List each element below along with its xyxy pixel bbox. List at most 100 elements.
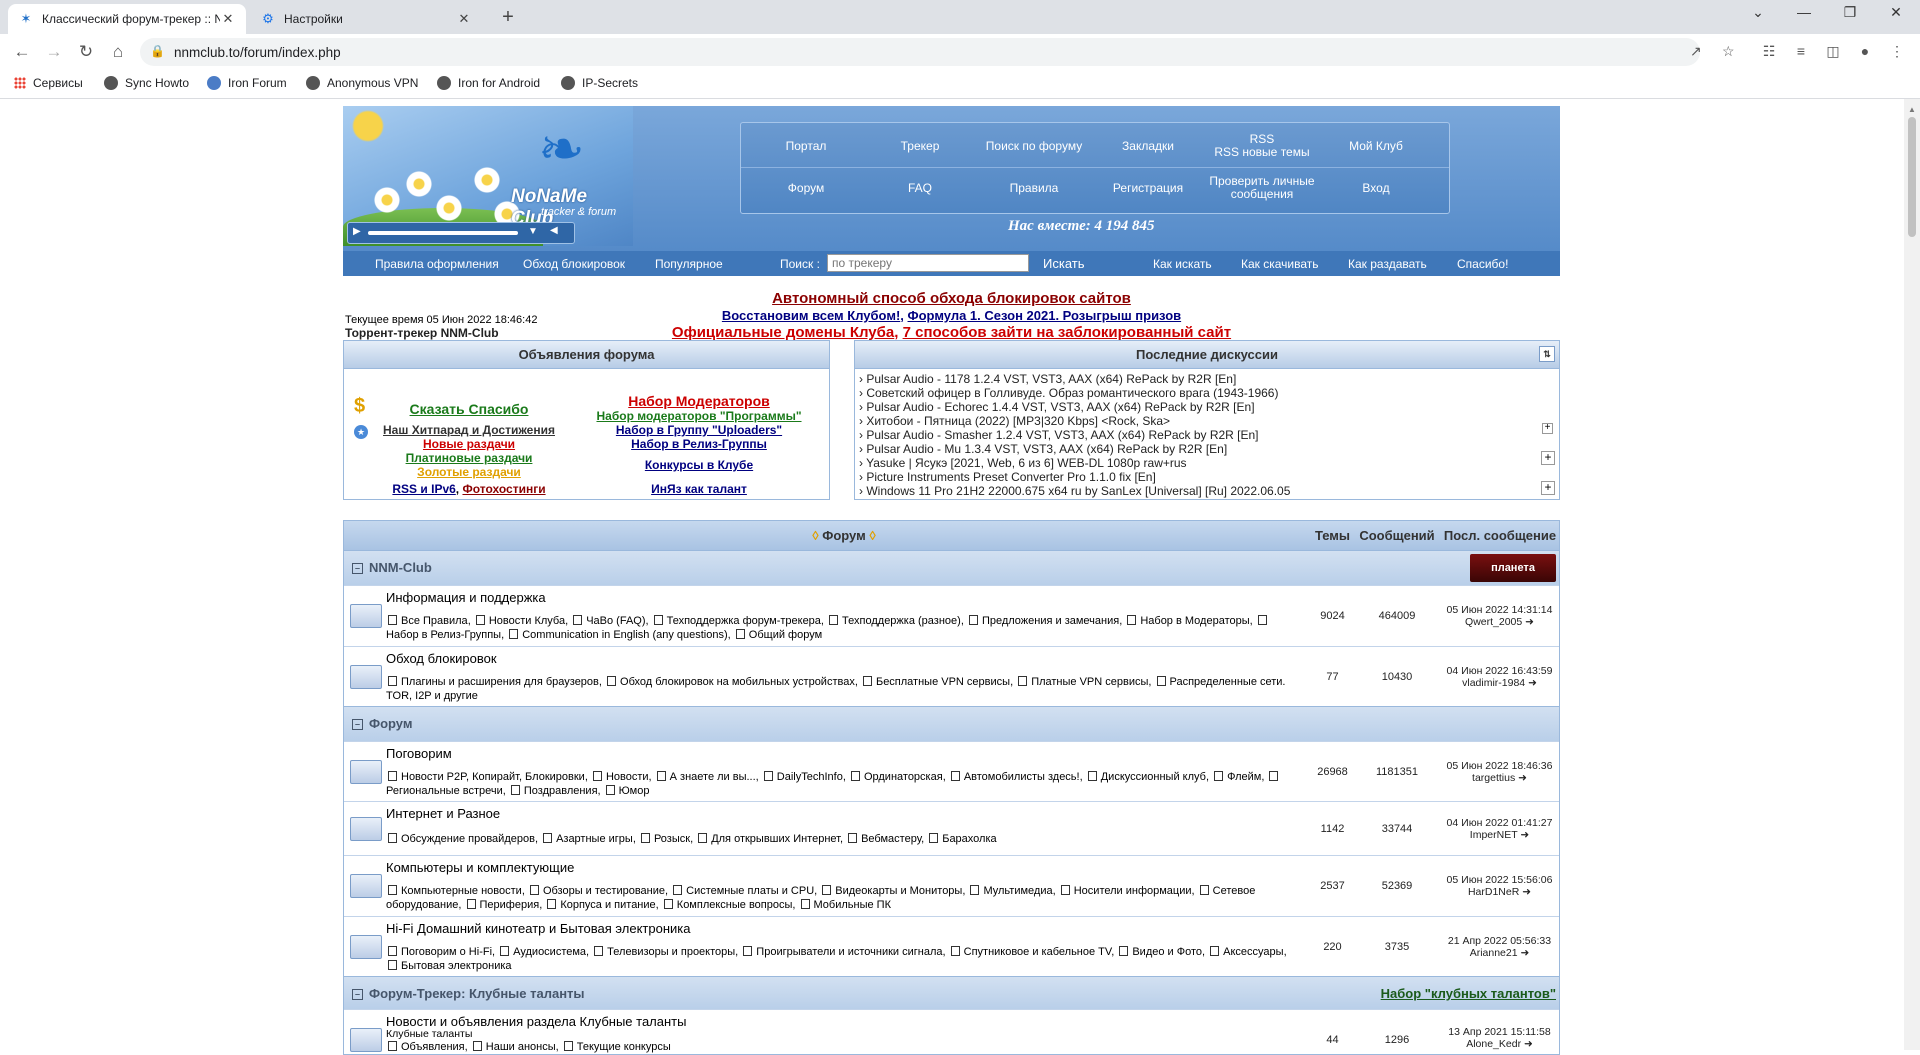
subforum-link[interactable]: Мобильные ПК bbox=[814, 899, 891, 911]
forum-row-info-support[interactable]: Информация и поддержка Все Правила, Ново… bbox=[344, 585, 1559, 646]
header-forum[interactable]: ◊ Форум ◊ bbox=[794, 528, 894, 543]
discussion-item[interactable]: › Хитобои - Пятница (2022) [MP3|320 Kbps… bbox=[859, 414, 1170, 428]
nav-forum-search[interactable]: Поиск по форуму bbox=[977, 127, 1091, 165]
subforum-link[interactable]: Новости Клуба bbox=[489, 615, 565, 627]
subforum-link[interactable]: Региональные встречи bbox=[386, 785, 503, 797]
back-arrow-icon[interactable]: ← bbox=[10, 40, 34, 64]
discussion-title[interactable]: Windows 11 Pro 21H2 22000.675 x64 ru by … bbox=[866, 484, 1290, 498]
discussion-title[interactable]: Советский офицер в Голливуде. Образ рома… bbox=[866, 386, 1278, 400]
reading-list-icon[interactable]: ≡ bbox=[1791, 43, 1811, 59]
discussion-title[interactable]: Pulsar Audio - Mu 1.3.4 VST, VST3, AAX (… bbox=[866, 442, 1227, 456]
subforum-link[interactable]: Бытовая электроника bbox=[401, 960, 512, 972]
menu-dots-icon[interactable]: ⋮ bbox=[1887, 43, 1907, 60]
dropdown-triangle-icon[interactable]: ▼ bbox=[528, 226, 538, 237]
subforum-link[interactable]: Юмор bbox=[619, 785, 650, 797]
subforum-link[interactable]: Флейм bbox=[1227, 771, 1261, 783]
subforum-link[interactable]: Новости bbox=[606, 771, 649, 783]
subforum-link[interactable]: Платные VPN сервисы bbox=[1031, 676, 1148, 688]
nav-check-messages[interactable]: Проверить личные сообщения bbox=[1205, 169, 1319, 207]
goto-post-icon[interactable]: ➜ bbox=[1520, 829, 1529, 841]
profile-avatar-icon[interactable]: ● bbox=[1855, 43, 1875, 59]
site-logo[interactable]: ❧ NoNaMe Club tracker & forum ▶ ▼ ◀ bbox=[343, 106, 633, 246]
play-icon[interactable]: ▶ bbox=[353, 226, 361, 237]
expand-plus-icon[interactable]: + bbox=[1541, 481, 1555, 495]
subforum-link[interactable]: Системные платы и CPU bbox=[686, 885, 814, 897]
address-bar[interactable]: 🔒 nnmclub.to/forum/index.php ↗ ☆ bbox=[140, 38, 1735, 66]
subforum-link[interactable]: Обзоры и тестирование bbox=[543, 885, 665, 897]
subforum-link[interactable]: Мультимедиа bbox=[983, 885, 1052, 897]
gold-releases-link[interactable]: Золотые раздачи bbox=[374, 465, 564, 479]
programs-moderators-link[interactable]: Набор модераторов "Программы" bbox=[584, 409, 814, 423]
subforum-link[interactable]: Вебмастеру bbox=[861, 833, 921, 845]
discussion-item[interactable]: › Советский офицер в Голливуде. Образ ро… bbox=[859, 386, 1278, 400]
nav-my-club[interactable]: Мой Клуб bbox=[1319, 127, 1433, 165]
search-button[interactable]: Искать bbox=[1043, 256, 1085, 271]
player-progress-bar[interactable] bbox=[368, 231, 518, 235]
scroll-up-arrow-icon[interactable]: ▲ bbox=[1908, 105, 1916, 114]
discussion-item[interactable]: › Pulsar Audio - Echorec 1.4.4 VST, VST3… bbox=[859, 400, 1255, 414]
refresh-icon[interactable]: ⇅ bbox=[1539, 346, 1555, 362]
discussion-title[interactable]: Хитобои - Пятница (2022) [MP3|320 Kbps] … bbox=[866, 414, 1170, 428]
discussion-item[interactable]: › Yasuke | Ясукэ [2021, Web, 6 из 6] WEB… bbox=[859, 456, 1187, 470]
bookmark-anonymous-vpn[interactable]: Anonymous VPN bbox=[306, 76, 418, 90]
category-name[interactable]: Форум-Трекер: Клубные таланты bbox=[369, 986, 585, 1001]
subforum-link[interactable]: Автомобилисты здесь! bbox=[964, 771, 1080, 783]
last-post-user[interactable]: ImperNET bbox=[1470, 829, 1518, 841]
volume-icon[interactable]: ◀ bbox=[550, 225, 558, 236]
page-scrollbar[interactable]: ▲ bbox=[1904, 99, 1920, 1050]
bookmark-iron-forum[interactable]: Iron Forum bbox=[207, 76, 287, 90]
subforum-link[interactable]: Корпуса и питание bbox=[560, 899, 655, 911]
close-tab-icon[interactable]: ✕ bbox=[220, 11, 236, 27]
scrollbar-thumb[interactable] bbox=[1908, 117, 1916, 237]
discussion-title[interactable]: Yasuke | Ясукэ [2021, Web, 6 из 6] WEB-D… bbox=[866, 456, 1186, 470]
nav-forum[interactable]: Форум bbox=[749, 169, 863, 207]
announce-f1-link[interactable]: Формула 1. Сезон 2021. Розыгрыш призов bbox=[908, 308, 1182, 323]
announce-restore-link[interactable]: Восстановим всем Клубом! bbox=[722, 308, 900, 323]
uploaders-recruit-link[interactable]: Набор в Группу "Uploaders" bbox=[584, 423, 814, 437]
forum-row-talk[interactable]: Поговорим Новости P2P, Копирайт, Блокиро… bbox=[344, 741, 1559, 801]
discussion-item[interactable]: › Windows 11 Pro 21H2 22000.675 x64 ru b… bbox=[859, 484, 1290, 498]
menu-formatting-rules[interactable]: Правила оформления bbox=[375, 257, 499, 271]
planeta-badge[interactable]: планета bbox=[1470, 554, 1556, 582]
bookmark-services[interactable]: Сервисы bbox=[14, 76, 83, 90]
languages-talent-link[interactable]: ИнЯз как талант bbox=[584, 482, 814, 496]
release-groups-link[interactable]: Набор в Релиз-Группы bbox=[584, 437, 814, 451]
subforum-link[interactable]: Розыск bbox=[654, 833, 690, 845]
subforum-link[interactable]: Новости P2P, Копирайт, Блокировки bbox=[401, 771, 585, 783]
subforum-link[interactable]: Ординаторская bbox=[864, 771, 943, 783]
nav-register[interactable]: Регистрация bbox=[1091, 169, 1205, 207]
discussion-title[interactable]: Pulsar Audio - Echorec 1.4.4 VST, VST3, … bbox=[866, 400, 1254, 414]
subforum-link[interactable]: Азартные игры bbox=[556, 833, 633, 845]
last-post-user[interactable]: targettius bbox=[1472, 772, 1515, 784]
forum-title[interactable]: Поговорим bbox=[386, 746, 452, 761]
category-name[interactable]: NNM-Club bbox=[369, 560, 432, 575]
forum-title[interactable]: Информация и поддержка bbox=[386, 590, 546, 605]
menu-how-to-seed[interactable]: Как раздавать bbox=[1348, 257, 1427, 271]
tab-forum[interactable]: ✶ Классический форум-трекер :: N ✕ bbox=[8, 4, 246, 34]
subforum-link[interactable]: Компьютерные новости bbox=[401, 885, 522, 897]
forum-title[interactable]: Hi-Fi Домашний кинотеатр и Бытовая элект… bbox=[386, 921, 690, 936]
subforum-link[interactable]: Обход блокировок на мобильных устройства… bbox=[620, 676, 855, 688]
category-name[interactable]: Форум bbox=[369, 716, 412, 731]
last-post-user[interactable]: HarD1NeR bbox=[1468, 886, 1519, 898]
goto-post-icon[interactable]: ➜ bbox=[1520, 947, 1529, 959]
menu-how-to-download[interactable]: Как скачивать bbox=[1241, 257, 1319, 271]
menu-popular[interactable]: Популярное bbox=[655, 257, 723, 271]
subforum-link[interactable]: Поздравления bbox=[524, 785, 598, 797]
reload-icon[interactable]: ↻ bbox=[74, 40, 98, 64]
minimize-icon[interactable]: — bbox=[1784, 4, 1824, 20]
subforum-link[interactable]: Техподдержка (разное) bbox=[842, 615, 961, 627]
expand-plus-icon[interactable]: + bbox=[1541, 451, 1555, 465]
subforum-link[interactable]: Видео и Фото bbox=[1132, 946, 1202, 958]
subforum-link[interactable]: Обсуждение провайдеров bbox=[401, 833, 535, 845]
nav-rules[interactable]: Правила bbox=[977, 169, 1091, 207]
subforum-link[interactable]: Предложения и замечания bbox=[982, 615, 1119, 627]
forum-row-hifi[interactable]: Hi-Fi Домашний кинотеатр и Бытовая элект… bbox=[344, 916, 1559, 976]
nav-portal[interactable]: Портал bbox=[749, 127, 863, 165]
maximize-icon[interactable]: ❐ bbox=[1830, 4, 1870, 21]
menu-how-to-search[interactable]: Как искать bbox=[1153, 257, 1212, 271]
category-title[interactable]: – Форум-Трекер: Клубные таланты bbox=[352, 986, 585, 1001]
platinum-releases-link[interactable]: Платиновые раздачи bbox=[374, 451, 564, 465]
forum-row-internet[interactable]: Интернет и Разное Обсуждение провайдеров… bbox=[344, 801, 1559, 855]
goto-post-icon[interactable]: ➜ bbox=[1528, 677, 1537, 689]
